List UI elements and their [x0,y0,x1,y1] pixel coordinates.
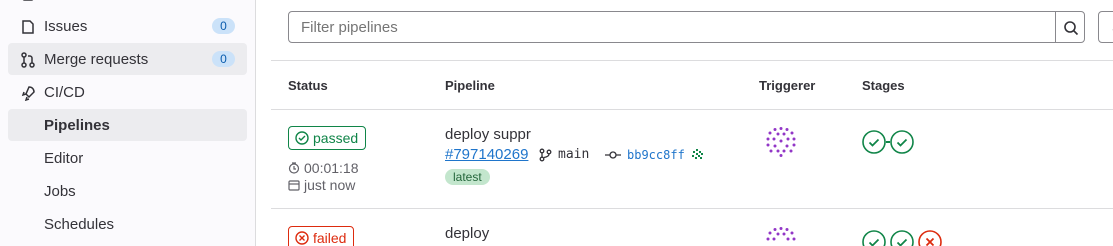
merge-request-icon [21,52,35,68]
status-success-icon [295,131,309,145]
commit-author-avatar-icon [691,149,703,159]
pipelines-main: S Status Pipeline Triggerer Stages passe… [257,0,1113,246]
rocket-icon [21,86,35,101]
search-icon [1064,21,1079,36]
search-button[interactable] [1055,11,1085,43]
status-badge[interactable]: failed [288,226,355,246]
pipeline-id-link[interactable]: #797140269 [445,146,528,163]
status-label: failed [313,230,347,246]
timer-icon [288,162,300,174]
sidebar-item-jobs[interactable]: Jobs [8,175,247,207]
app-root: Issues 0 Merge requests 0 CI/CD Pipeline… [0,0,1113,246]
merge-requests-count-badge: 0 [212,51,235,67]
sidebar-item-label: Pipelines [44,117,110,134]
project-sidebar: Issues 0 Merge requests 0 CI/CD Pipeline… [0,0,256,246]
finished-time: just now [288,177,355,193]
sidebar-item-editor[interactable]: Editor [8,142,247,174]
latest-badge: latest [445,169,490,185]
ref-name: main [558,147,590,162]
sidebar-item-cicd[interactable]: CI/CD [8,76,247,108]
sort-dropdown-button[interactable]: S [1098,11,1113,43]
sha-value: bb9cc8ff [627,148,685,162]
sidebar-item-merge-requests[interactable]: Merge requests 0 [8,43,247,75]
sidebar-item-label: Editor [44,150,84,167]
status-failed-icon [295,231,309,245]
stage-status-success-icon[interactable] [890,130,914,154]
sidebar-item-label: Jobs [44,183,76,200]
sidebar-item-label: Issues [44,18,88,35]
sidebar-item-partial[interactable] [8,0,247,2]
duration-value: 00:01:18 [304,160,359,176]
stage-status-success-icon[interactable] [862,130,886,154]
column-header-pipeline: Pipeline [445,78,495,93]
sidebar-item-label: CI/CD [44,84,85,101]
triggerer-avatar[interactable] [765,126,797,158]
sidebar-item-label: Schedules [44,216,115,233]
column-header-triggerer: Triggerer [759,78,816,93]
stage-status-success-icon[interactable] [862,230,886,246]
stage-status-failed-icon[interactable] [918,230,942,246]
pipeline-ref[interactable]: main [539,147,589,162]
pipeline-name[interactable]: deploy [445,225,489,242]
pipeline-name[interactable]: deploy suppr [445,126,531,143]
triggerer-avatar[interactable] [765,226,797,246]
stage-status-success-icon[interactable] [890,230,914,246]
divider [271,208,1113,209]
finished-time-value: just now [304,177,356,193]
status-label: passed [313,130,359,146]
filter-pipelines-input[interactable] [288,11,1056,43]
branch-icon [539,148,552,161]
sidebar-item-label: Merge requests [44,51,149,68]
issues-icon [22,20,34,34]
status-badge[interactable]: passed [288,126,367,150]
duration: 00:01:18 [288,160,359,176]
column-header-status: Status [288,78,328,93]
commit-icon [605,151,621,159]
sidebar-item-schedules[interactable]: Schedules [8,208,247,240]
divider [271,109,1113,110]
commit-sha[interactable]: bb9cc8ff [605,148,705,162]
sidebar-item-pipelines[interactable]: Pipelines [8,109,247,141]
column-header-stages: Stages [862,78,905,93]
divider [271,60,1113,61]
issues-count-badge: 0 [212,18,235,34]
calendar-icon [288,180,300,191]
sidebar-item-issues[interactable]: Issues 0 [8,10,247,42]
repository-icon [22,0,34,1]
